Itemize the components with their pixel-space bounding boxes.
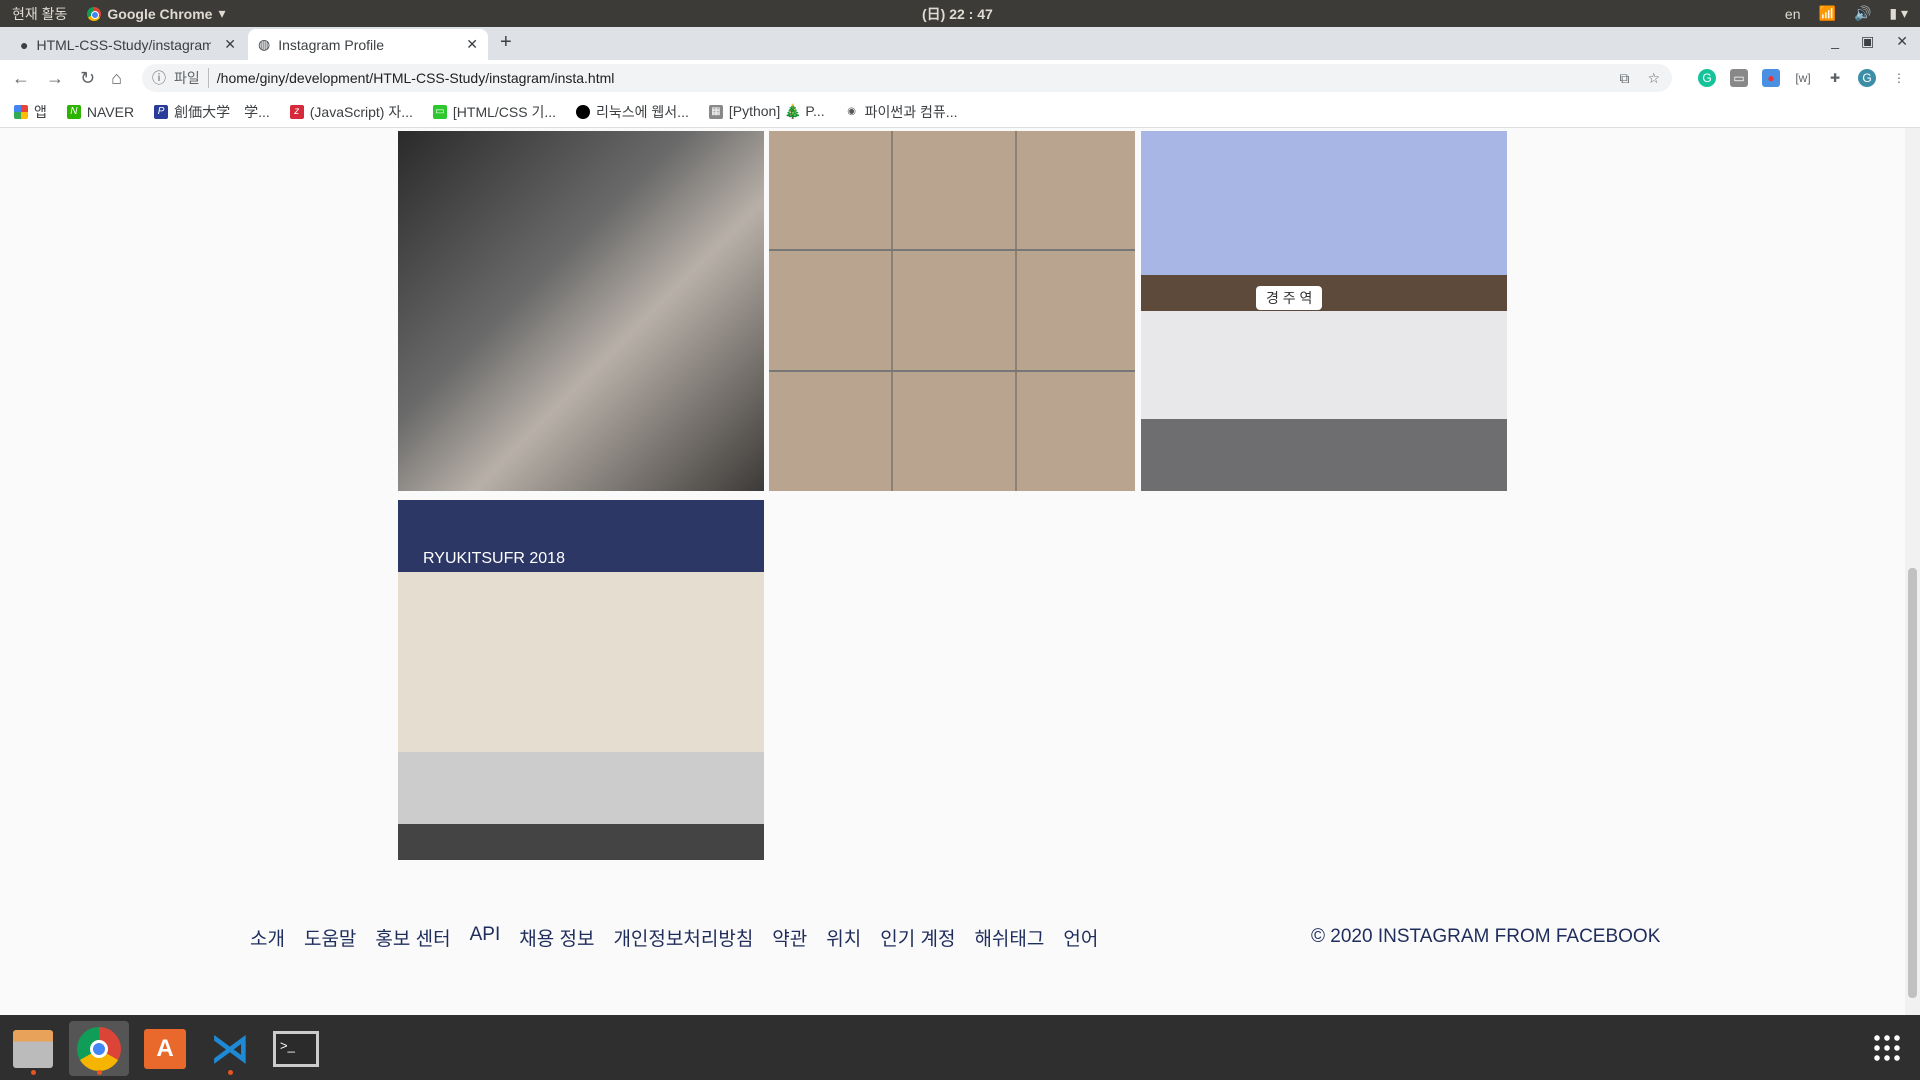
copyright: © 2020 INSTAGRAM FROM FACEBOOK [1311,926,1661,947]
tab-instagram-profile[interactable]: ◍ Instagram Profile ✕ [248,29,488,60]
footer-link[interactable]: 채용 정보 [519,924,594,951]
bookmark-label: 파이썬과 컴퓨... [864,103,958,120]
address-bar[interactable]: ⓘ 파일 /home/giny/development/HTML-CSS-Stu… [142,64,1672,92]
software-center-icon[interactable]: A [135,1021,195,1076]
restore-icon[interactable]: ▣ [1861,33,1874,50]
bookmark-apps[interactable]: 앱 [14,102,47,122]
terminal-icon[interactable]: >_ [266,1021,326,1076]
wifi-icon[interactable]: 📶 [1819,5,1836,22]
bookmark-label: [Python] 🎄 P... [728,103,825,119]
url-text[interactable]: /home/giny/development/HTML-CSS-Study/in… [217,70,615,86]
github-icon: ● [20,36,29,53]
close-window-icon[interactable]: ✕ [1896,33,1908,50]
tab-github[interactable]: ● HTML-CSS-Study/instagram ✕ [10,29,246,60]
globe-icon: ◍ [258,36,271,52]
app-name: Google Chrome [107,5,213,22]
footer-link[interactable]: 도움말 [304,924,356,951]
footer-link[interactable]: 해쉬태그 [974,924,1044,951]
language-indicator[interactable]: en [1785,6,1801,22]
bookmark-python-computer[interactable]: ◉ 파이썬과 컴퓨... [845,102,958,122]
battery-icon[interactable]: ▮ ▾ [1889,5,1908,22]
wappalyzer-icon[interactable]: [w] [1794,69,1812,87]
volume-icon[interactable]: 🔊 [1854,5,1871,22]
system-top-bar: 현재 활동 Google Chrome ▾ (日) 22 : 47 en 📶 🔊 ▮ … [0,0,1920,27]
target-icon: ◉ [847,105,856,117]
close-tab-icon[interactable]: ✕ [466,36,478,53]
footer-link[interactable]: 소개 [250,924,285,951]
bookmark-label: NAVER [86,103,135,120]
bookmarks-bar: 앱 N NAVER P 創価大学 学... z (JavaScript) 자... ▭… [0,96,1920,128]
files-icon[interactable] [3,1021,63,1076]
photo-post[interactable] [769,131,1135,491]
photo-post[interactable] [398,131,764,491]
footer-link[interactable]: API [470,924,501,951]
translate-icon[interactable]: ⧉ [1619,70,1629,87]
record-icon[interactable]: ● [1762,69,1780,87]
avatar[interactable]: G [1858,69,1876,87]
photo-post[interactable]: RYUKITSUFR 2018 [398,500,764,860]
chrome-dock-icon[interactable] [69,1021,129,1076]
footer-link[interactable]: 개인정보처리방침 [613,924,753,951]
bookmark-label: 創価大学 学... [174,103,270,120]
tab-label: Instagram Profile [278,36,385,53]
new-tab-button[interactable]: + [500,31,512,54]
minimize-icon[interactable]: _ [1831,33,1839,50]
footer-link[interactable]: 언어 [1063,924,1098,951]
forward-icon[interactable]: → [46,68,64,89]
clock[interactable]: (日) 22 : 47 [922,4,993,24]
back-icon[interactable]: ← [12,68,30,89]
bookmark-soka[interactable]: P 創価大学 学... [154,102,270,122]
tab-label: HTML-CSS-Study/instagram [36,36,212,53]
blog-icon: ▦ [708,104,723,119]
dock: A ⋊ >_ [0,1015,1920,1080]
bookmark-linux[interactable]: 리눅스에 웹서... [576,102,689,122]
footer-links: 소개 도움말 홍보 센터 API 채용 정보 개인정보처리방침 약관 위치 인기… [250,924,1098,951]
reload-icon[interactable]: ↻ [80,68,95,89]
scheme-label: 파일 [174,68,209,88]
show-apps-icon[interactable] [1872,1033,1902,1063]
bookmark-label: 리눅스에 웹서... [596,103,689,120]
footer-link[interactable]: 약관 [772,924,807,951]
home-icon[interactable]: ⌂ [111,68,122,89]
scrollbar-thumb[interactable] [1908,568,1917,998]
soka-icon: P [154,104,169,119]
bookmark-label: [HTML/CSS 기... [452,103,557,120]
grammarly-icon[interactable]: G [1698,69,1716,87]
bookmark-label: (JavaScript) 자... [309,103,413,120]
activities-button[interactable]: 현재 활동 [12,4,67,24]
info-icon[interactable]: ⓘ [152,68,166,88]
footer-link[interactable]: 위치 [826,924,861,951]
vscode-icon[interactable]: ⋊ [200,1021,260,1076]
line-icon[interactable]: ▭ [1730,69,1748,87]
bookmark-javascript[interactable]: z (JavaScript) 자... [289,102,413,122]
star-icon[interactable]: ☆ [1647,70,1660,87]
footer-link[interactable]: 홍보 센터 [375,924,450,951]
close-tab-icon[interactable]: ✕ [224,36,236,53]
photo-caption: RYUKITSUFR 2018 [423,550,565,567]
footer-link[interactable]: 인기 계정 [880,924,955,951]
tab-bar: ● HTML-CSS-Study/instagram ✕ ◍ Instagram Pr… [0,27,1920,60]
app-menu[interactable]: Google Chrome ▾ [87,5,225,22]
zerocho-icon: z [289,104,304,119]
naver-icon: N [66,104,81,119]
apps-icon [14,104,28,119]
menu-icon[interactable]: ⋮ [1890,69,1908,87]
bookmark-naver[interactable]: N NAVER [66,103,135,120]
extensions-icon[interactable]: ✚ [1826,69,1844,87]
chrome-icon [87,6,102,21]
bookmark-python[interactable]: ▦ [Python] 🎄 P... [708,103,825,120]
station-sign: 경 주 역 [1256,286,1323,310]
scrollbar[interactable] [1905,128,1920,1015]
photo-post[interactable]: 경 주 역 [1141,131,1507,491]
toolbar: ← → ↻ ⌂ ⓘ 파일 /home/giny/development/HTML-CS… [0,60,1920,96]
bookmark-htmlcss[interactable]: ▭ [HTML/CSS 기... [432,102,557,122]
circle-icon [576,104,591,119]
line-icon: ▭ [432,104,447,119]
bookmark-label: 앱 [34,103,47,120]
